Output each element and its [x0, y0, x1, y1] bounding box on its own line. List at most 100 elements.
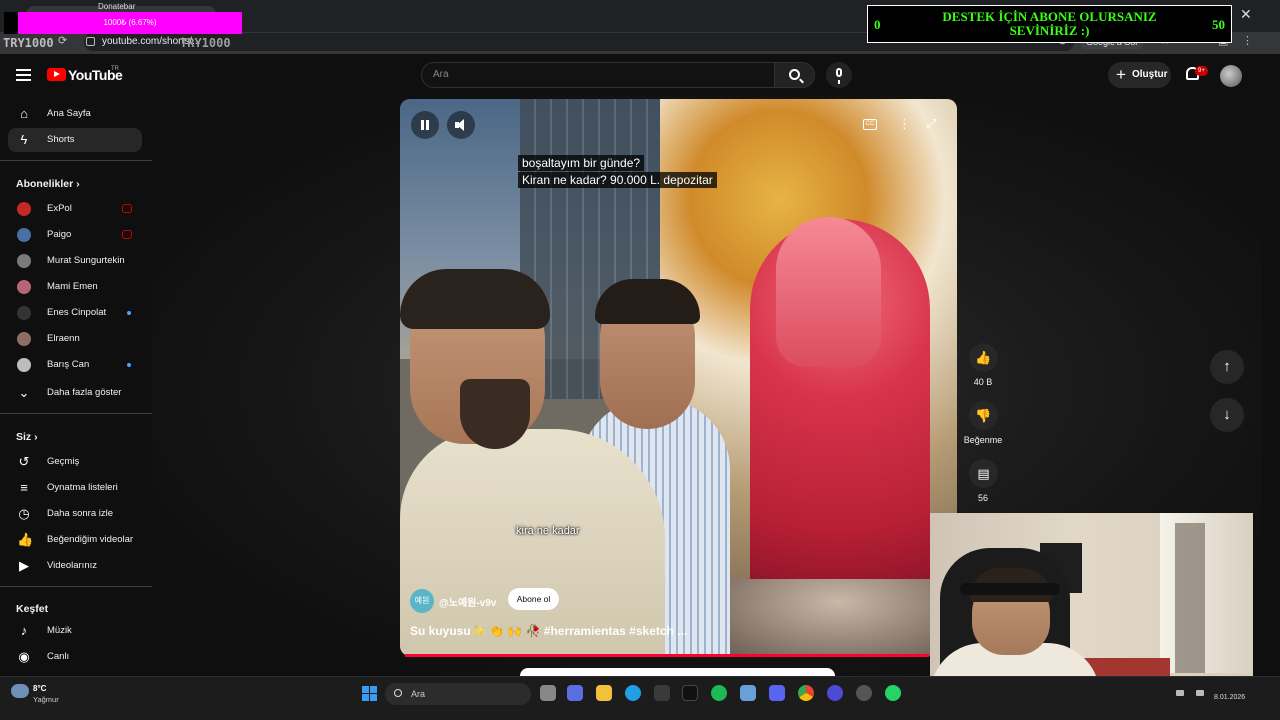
site-info-icon[interactable]	[86, 37, 95, 46]
sidebar-item-music[interactable]: ♪ Müzik	[8, 619, 142, 643]
subscriptions-heading[interactable]: Abonelikler ›	[16, 178, 80, 190]
music-icon: ♪	[20, 623, 28, 638]
windows-logo-icon	[370, 686, 377, 693]
channel-name: Murat Sungurtekin	[47, 255, 125, 266]
subscribe-button[interactable]: Abone ol	[508, 588, 559, 610]
video-caption-line1: boşaltayım bir günde?	[518, 155, 645, 171]
edge-icon[interactable]	[625, 685, 641, 701]
like-button[interactable]: 👍	[969, 343, 998, 372]
voice-search-button[interactable]	[826, 62, 852, 88]
reload-icon[interactable]: ⟳	[58, 34, 67, 47]
app-icon[interactable]	[740, 685, 756, 701]
obs-icon[interactable]	[856, 685, 872, 701]
mic-icon	[836, 68, 842, 84]
search-input[interactable]: Ara	[421, 62, 774, 88]
sidebar-sub-paigo[interactable]: Paigo	[8, 223, 142, 247]
captions-icon[interactable]: CC	[863, 119, 877, 130]
sidebar-item-history[interactable]: ↺ Geçmiş	[8, 450, 142, 474]
sidebar-item-live[interactable]: ◉ Canlı	[8, 645, 142, 669]
fullscreen-icon[interactable]: ⤢	[926, 116, 936, 132]
new-content-dot	[127, 311, 131, 315]
more-menu-icon[interactable]: ⋮	[1242, 34, 1253, 47]
video-title[interactable]: Su kuyusu✨ 👏 🙌 🥀 #herramientas #sketch .…	[410, 624, 687, 638]
channel-avatar	[17, 254, 31, 268]
weather-icon[interactable]	[11, 684, 29, 698]
sidebar-sub-mami[interactable]: Mami Emen	[8, 275, 142, 299]
file-explorer-icon[interactable]	[596, 685, 612, 701]
sidebar-item-label: Daha sonra izle	[47, 508, 114, 519]
show-more-label: Daha fazla göster	[47, 387, 122, 398]
sidebar-item-label: Geçmiş	[47, 456, 80, 467]
streamer-webcam	[930, 513, 1253, 696]
sidebar-item-label: Oynatma listeleri	[47, 482, 118, 493]
start-button[interactable]	[362, 686, 377, 701]
channel-avatar[interactable]: 예원	[410, 589, 434, 613]
search-button[interactable]	[774, 62, 815, 88]
channel-name: Enes Cinpolat	[47, 307, 107, 318]
subscriptions-title: Abonelikler	[16, 178, 74, 190]
shorts-icon: ϟ	[20, 132, 28, 147]
channel-handle[interactable]: @노예원-v9v	[439, 594, 496, 609]
windows-logo-icon	[362, 694, 369, 701]
next-short-button[interactable]: ↓	[1210, 398, 1244, 432]
app-icon-2[interactable]	[827, 685, 843, 701]
account-avatar[interactable]	[1220, 65, 1242, 87]
windows-logo-icon	[362, 686, 369, 693]
webcam-curtain	[1175, 523, 1205, 673]
menu-icon[interactable]	[16, 69, 31, 81]
task-view-icon[interactable]	[540, 685, 556, 701]
spotify-icon[interactable]	[711, 685, 727, 701]
more-options-icon[interactable]: ⋮	[898, 116, 911, 132]
taskbar-date[interactable]: 8.01.2026	[1214, 694, 1245, 701]
windows-logo-icon	[370, 694, 377, 701]
create-button[interactable]: + Oluştur	[1108, 62, 1171, 88]
dislike-button[interactable]: 👎	[969, 401, 998, 430]
weather-temperature[interactable]: 8°C	[33, 684, 46, 693]
chevron-down-icon: ⌄	[18, 385, 30, 400]
channel-name: Mami Emen	[47, 281, 98, 292]
comments-button[interactable]: ▤	[969, 459, 998, 488]
video-frame-person1-hair	[400, 269, 550, 329]
video-progress-bar[interactable]	[405, 654, 929, 657]
subscribe-message-line2: SEVİNİRİZ :)	[1009, 23, 1090, 38]
sidebar-item-label: Videolarınız	[47, 560, 97, 571]
sidebar-item-your-videos[interactable]: ▶ Videolarınız	[8, 554, 142, 578]
tiktok-icon[interactable]	[682, 685, 698, 701]
sidebar-item-label: Beğendiğim videolar	[47, 534, 134, 545]
sidebar-divider	[0, 160, 152, 161]
sidebar-item-shorts[interactable]: ϟ Shorts	[8, 128, 142, 152]
channel-name: Paigo	[47, 229, 72, 240]
discord-icon[interactable]	[769, 685, 785, 701]
live-indicator-icon	[122, 230, 132, 239]
taskbar-search[interactable]: Ara	[385, 683, 531, 705]
youtube-logo-icon[interactable]	[47, 68, 66, 81]
sidebar-sub-elraenn[interactable]: Elraenn	[8, 327, 142, 351]
store-icon[interactable]	[654, 685, 670, 701]
volume-button[interactable]	[447, 111, 475, 139]
sidebar: ⌂ Ana Sayfa ϟ Shorts Abonelikler › ExPol…	[0, 96, 152, 676]
tray-network-icon[interactable]	[1176, 690, 1184, 696]
teams-icon[interactable]	[567, 685, 583, 701]
you-heading[interactable]: Siz ›	[16, 431, 38, 443]
sidebar-sub-baris[interactable]: Barış Can	[8, 353, 142, 377]
whatsapp-icon[interactable]	[885, 685, 901, 701]
shorts-video-player[interactable]: boşaltayım bir günde? Kiran ne kadar? 90…	[400, 99, 957, 656]
search-icon	[394, 689, 402, 697]
tray-volume-icon[interactable]	[1196, 690, 1204, 696]
window-close-icon[interactable]: ✕	[1240, 6, 1252, 23]
arrow-up-icon: ↑	[1223, 358, 1231, 375]
pause-button[interactable]	[411, 111, 439, 139]
history-icon: ↺	[18, 454, 30, 469]
sidebar-item-watch-later[interactable]: ◷ Daha sonra izle	[8, 502, 142, 526]
previous-short-button[interactable]: ↑	[1210, 350, 1244, 384]
live-indicator-icon	[122, 204, 132, 213]
sidebar-item-liked-videos[interactable]: 👍 Beğendiğim videolar	[8, 528, 142, 552]
sidebar-sub-enes[interactable]: Enes Cinpolat	[8, 301, 142, 325]
sidebar-sub-expol[interactable]: ExPol	[8, 197, 142, 221]
sidebar-item-home[interactable]: ⌂ Ana Sayfa	[8, 102, 142, 126]
sidebar-sub-murat[interactable]: Murat Sungurtekin	[8, 249, 142, 273]
sidebar-item-label: Ana Sayfa	[47, 108, 91, 119]
chrome-icon[interactable]	[798, 685, 814, 701]
sidebar-item-playlists[interactable]: ≡ Oynatma listeleri	[8, 476, 142, 500]
show-more-button[interactable]: ⌄ Daha fazla göster	[8, 381, 142, 405]
